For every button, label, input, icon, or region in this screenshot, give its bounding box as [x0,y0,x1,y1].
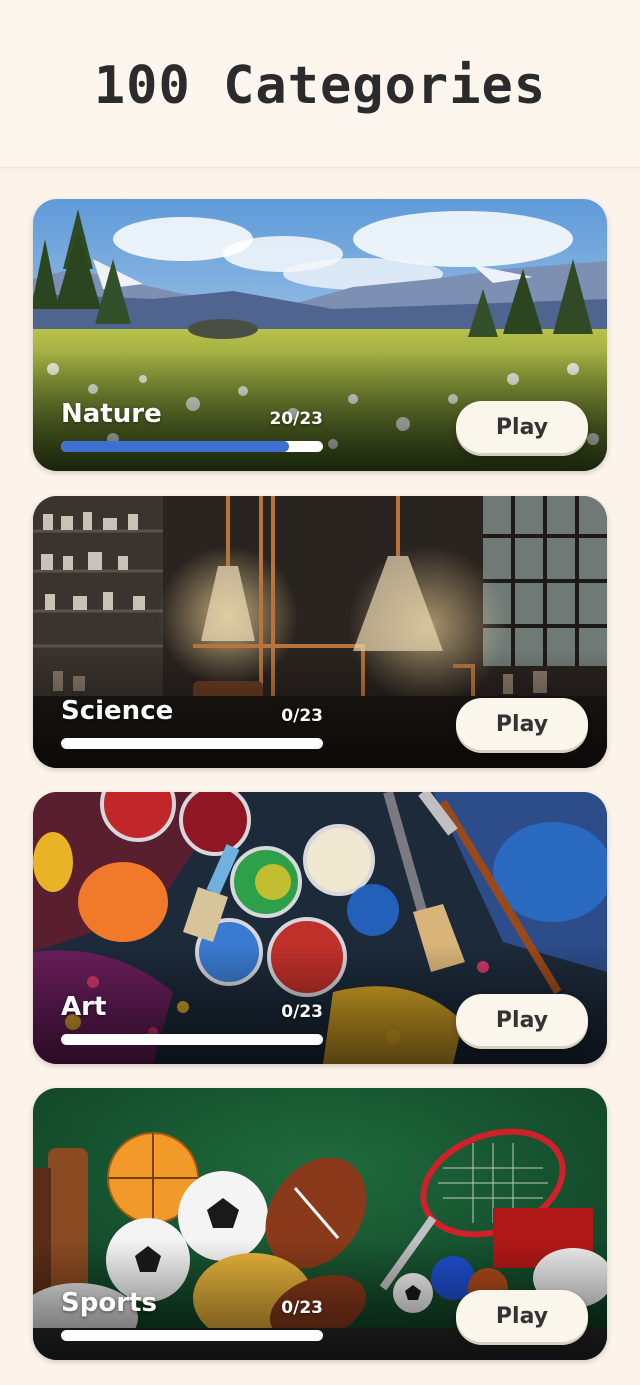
page-title: 100 Categories [93,55,547,116]
play-button[interactable]: Play [456,1290,588,1342]
progress-count: 0/23 [281,706,323,726]
progress-bar [61,1034,323,1045]
category-title: Science [61,696,174,726]
play-button[interactable]: Play [456,698,588,750]
category-title: Art [61,992,107,1022]
category-title: Sports [61,1288,157,1318]
progress-count: 20/23 [269,409,323,429]
progress-bar [61,738,323,749]
progress-bar-fill [61,441,289,452]
play-button[interactable]: Play [456,401,588,453]
progress-count: 0/23 [281,1002,323,1022]
play-button[interactable]: Play [456,994,588,1046]
progress-bar [61,441,323,452]
progress-bar [61,1330,323,1341]
header-bar: 100 Categories [0,0,640,168]
category-card-sports[interactable]: Sports 0/23 Play [33,1088,607,1360]
category-title: Nature [61,399,162,429]
category-card-nature[interactable]: Nature 20/23 Play [33,199,607,471]
category-card-art[interactable]: Art 0/23 Play [33,792,607,1064]
category-card-science[interactable]: Science 0/23 Play [33,496,607,768]
progress-count: 0/23 [281,1298,323,1318]
